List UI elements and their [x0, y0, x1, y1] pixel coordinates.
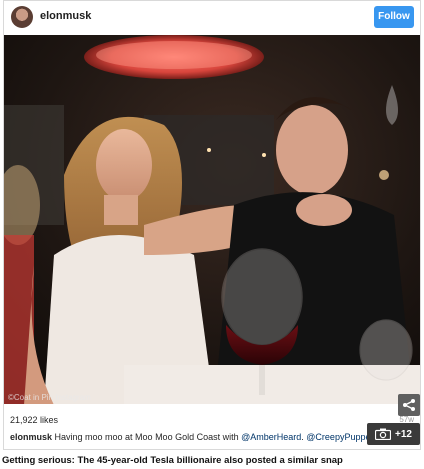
photo-watermark: ©Coat in Pin Instagram [8, 393, 91, 402]
caption-username[interactable]: elonmusk [10, 432, 52, 442]
gallery-button[interactable]: +12 [367, 423, 420, 445]
avatar[interactable] [11, 6, 33, 28]
post-header: elonmusk Follow [4, 1, 420, 35]
share-icon [403, 399, 415, 411]
instagram-post-card: elonmusk Follow ©Coat in Pin Instagram 2… [3, 0, 421, 450]
likes-count: 21,922 likes [10, 415, 59, 425]
share-button[interactable] [398, 394, 420, 416]
post-caption: elonmusk Having moo moo at Moo Moo Gold … [10, 432, 373, 442]
post-photo: ©Coat in Pin Instagram [4, 35, 420, 404]
article-photo-caption: Getting serious: The 45-year-old Tesla b… [2, 455, 343, 466]
caption-text: Having moo moo at Moo Moo Gold Coast wit… [52, 432, 242, 442]
photo-scene [4, 35, 420, 404]
gallery-count: +12 [395, 428, 412, 440]
camera-icon [375, 428, 392, 440]
mention-link-2[interactable]: @CreepyPuppet [306, 432, 373, 442]
post-username[interactable]: elonmusk [40, 10, 91, 22]
mention-link-1[interactable]: @AmberHeard [241, 432, 301, 442]
follow-button[interactable]: Follow [374, 6, 414, 28]
